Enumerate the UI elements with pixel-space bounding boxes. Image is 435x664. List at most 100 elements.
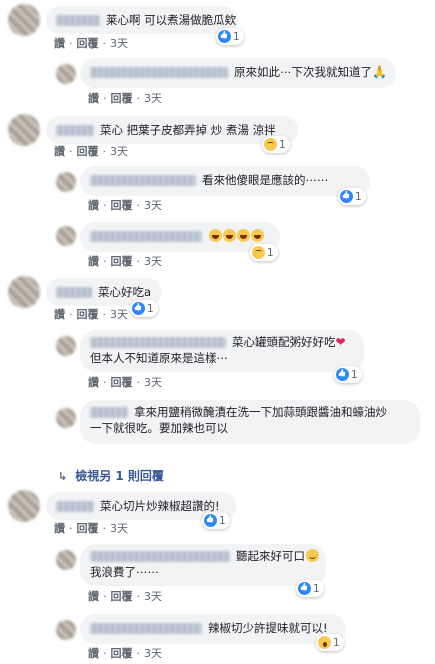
reply-link[interactable]: 回覆 [111, 647, 133, 660]
timestamp[interactable]: 3天 [110, 37, 128, 50]
reply-link[interactable]: 回覆 [77, 145, 99, 158]
reaction-badge[interactable]: 1 [216, 28, 244, 45]
reply-link[interactable]: 回覆 [77, 308, 99, 321]
reaction-count: 1 [267, 246, 274, 259]
separator: · [103, 647, 107, 660]
comment-text: 辣椒切少許提味就可以! [208, 621, 328, 635]
author-name[interactable] [90, 407, 128, 418]
reaction-count: 1 [333, 636, 340, 649]
like-link[interactable]: 讚 [88, 199, 99, 212]
comment-text: 原來如此⋯下次我就知道了 [234, 65, 372, 79]
comment-bubble: 菜心 把葉子皮都弄掉 炒 煮湯 涼拌 [46, 116, 298, 144]
comment-actions: 讚 · 回覆 · 3天 [88, 588, 162, 604]
comment-bubble: 拿來用鹽稍微醃漬在洗一下加蒜頭跟醬油和蠔油炒 一下就很吃。要加辣也可以 [80, 400, 420, 444]
timestamp[interactable]: 3天 [110, 308, 128, 321]
comment-text: 看來他傻眼是應該的⋯⋯ [202, 173, 329, 187]
like-link[interactable]: 讚 [88, 590, 99, 603]
reaction-badge[interactable]: 1 [296, 580, 324, 597]
separator: · [69, 37, 73, 50]
timestamp[interactable]: 3天 [144, 92, 162, 105]
like-reaction-icon [218, 30, 231, 43]
like-link[interactable]: 讚 [88, 92, 99, 105]
avatar[interactable] [56, 336, 76, 356]
separator: · [102, 522, 107, 535]
view-more-replies-link[interactable]: ↳ 檢視另 1 則回覆 [58, 467, 164, 484]
author-name[interactable] [56, 15, 100, 26]
timestamp[interactable]: 3天 [144, 590, 162, 603]
separator: · [102, 145, 107, 158]
timestamp[interactable]: 3天 [144, 199, 162, 212]
avatar[interactable] [56, 408, 76, 428]
timestamp[interactable]: 3天 [144, 255, 162, 268]
comment-actions: 讚 · 回覆 · 3天 [88, 90, 162, 106]
author-name[interactable] [90, 337, 226, 348]
avatar[interactable] [8, 4, 40, 36]
avatar[interactable] [8, 490, 40, 522]
reaction-badge[interactable]: 1 [130, 300, 158, 317]
reply-link[interactable]: 回覆 [111, 255, 133, 268]
author-name[interactable] [56, 501, 94, 512]
heart-emoji: ❤ [335, 335, 346, 349]
author-name[interactable] [56, 125, 94, 136]
like-link[interactable]: 讚 [54, 145, 65, 158]
avatar[interactable] [56, 550, 76, 570]
timestamp[interactable]: 3天 [110, 522, 128, 535]
avatar[interactable] [56, 172, 76, 192]
reaction-badge[interactable]: 1 [316, 634, 344, 651]
sad-reaction-icon [264, 138, 277, 151]
like-link[interactable]: 讚 [88, 376, 99, 389]
avatar[interactable] [8, 114, 40, 146]
separator: · [103, 255, 107, 268]
reply-link[interactable]: 回覆 [111, 376, 133, 389]
comment-actions: 讚 · 回覆 · 3天 [54, 520, 128, 536]
laugh-emoji [209, 229, 222, 242]
like-link[interactable]: 讚 [54, 308, 65, 321]
comment-text-line2: 一下就很吃。要加辣也可以 [90, 421, 228, 435]
separator: · [136, 92, 141, 105]
avatar[interactable] [56, 620, 76, 640]
timestamp[interactable]: 3天 [144, 647, 162, 660]
like-link[interactable]: 讚 [88, 255, 99, 268]
author-name[interactable] [90, 67, 228, 78]
author-name[interactable] [90, 231, 202, 242]
reply-link[interactable]: 回覆 [77, 522, 99, 535]
separator: · [136, 199, 141, 212]
comment-text: 菜心 把葉子皮都弄掉 炒 煮湯 涼拌 [100, 123, 276, 137]
timestamp[interactable]: 3天 [110, 145, 128, 158]
reply-link[interactable]: 回覆 [77, 37, 99, 50]
comment-bubble: 看來他傻眼是應該的⋯⋯ [80, 166, 370, 196]
avatar[interactable] [56, 64, 76, 84]
avatar[interactable] [56, 226, 76, 246]
reaction-count: 1 [219, 514, 226, 527]
reply-link[interactable]: 回覆 [111, 199, 133, 212]
separator: · [103, 376, 107, 389]
author-name[interactable] [90, 623, 202, 634]
like-link[interactable]: 讚 [88, 647, 99, 660]
reply-link[interactable]: 回覆 [111, 590, 133, 603]
comment-text-line2: 我浪費了⋯⋯ [90, 565, 159, 579]
reaction-badge[interactable]: 1 [338, 188, 366, 205]
author-name[interactable] [90, 551, 230, 562]
separator: · [103, 590, 107, 603]
separator: · [103, 92, 107, 105]
like-link[interactable]: 讚 [54, 522, 65, 535]
timestamp[interactable]: 3天 [144, 376, 162, 389]
comment-actions: 讚 · 回覆 · 3天 [88, 253, 162, 269]
view-more-replies-label[interactable]: 檢視另 1 則回覆 [75, 469, 164, 483]
comment-actions: 讚 · 回覆 · 3天 [88, 645, 162, 661]
avatar[interactable] [8, 276, 40, 308]
separator: · [102, 308, 107, 321]
like-reaction-icon [132, 302, 145, 315]
reaction-badge[interactable]: 1 [334, 366, 362, 383]
reaction-badge[interactable]: 1 [262, 136, 290, 153]
reply-link[interactable]: 回覆 [111, 92, 133, 105]
author-name[interactable] [90, 175, 196, 186]
like-link[interactable]: 讚 [54, 37, 65, 50]
reaction-badge[interactable]: 1 [250, 244, 278, 261]
comment-text: 菜心切片炒辣椒超讚的! [100, 499, 220, 513]
reaction-badge[interactable]: 1 [202, 512, 230, 529]
like-reaction-icon [336, 368, 349, 381]
separator: · [136, 590, 141, 603]
author-name[interactable] [56, 287, 92, 298]
separator: · [136, 255, 141, 268]
